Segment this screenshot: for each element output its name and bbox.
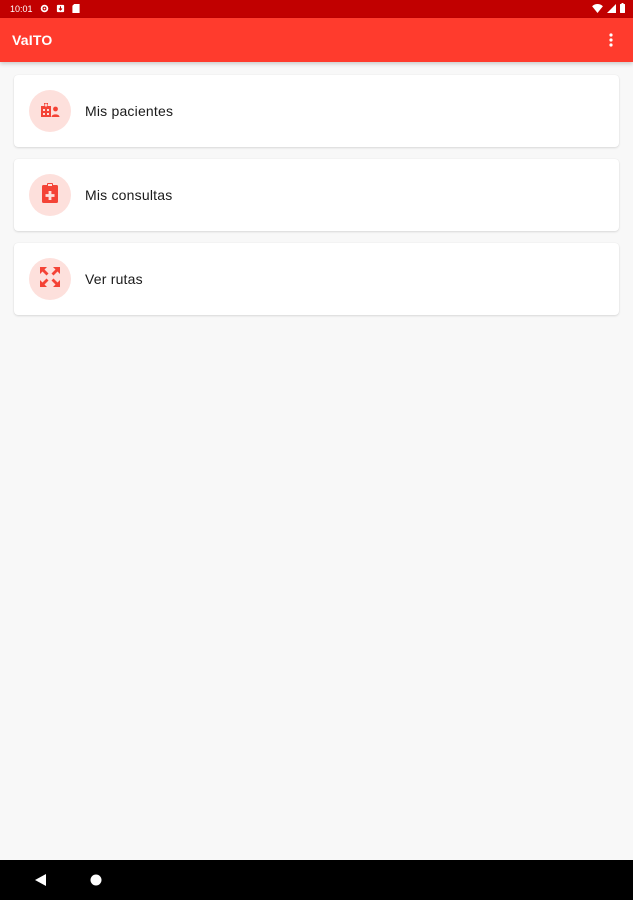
- wifi-icon: [592, 3, 603, 15]
- status-bar: 10:01: [0, 0, 633, 18]
- patients-icon: [39, 100, 61, 123]
- icon-circle: [29, 258, 71, 300]
- status-right: [592, 3, 625, 15]
- routes-icon: [40, 266, 60, 292]
- icon-circle: [29, 90, 71, 132]
- menu-card-routes[interactable]: Ver rutas: [14, 243, 619, 315]
- battery-icon: [620, 3, 625, 15]
- clipboard-medical-icon: [42, 182, 58, 208]
- app-title: VaITO: [12, 32, 53, 48]
- signal-icon: [607, 3, 616, 15]
- status-time: 10:01: [10, 4, 33, 14]
- menu-card-label: Ver rutas: [85, 271, 143, 287]
- more-vert-icon[interactable]: [601, 26, 621, 54]
- download-icon: [56, 4, 65, 15]
- navigation-bar: [0, 860, 633, 900]
- icon-circle: [29, 174, 71, 216]
- sd-card-icon: [71, 3, 80, 15]
- home-icon[interactable]: [88, 872, 104, 888]
- menu-card-consultations[interactable]: Mis consultas: [14, 159, 619, 231]
- menu-card-label: Mis consultas: [85, 187, 173, 203]
- back-icon[interactable]: [32, 872, 48, 888]
- menu-card-label: Mis pacientes: [85, 103, 174, 119]
- gear-icon: [40, 4, 49, 15]
- menu-card-patients[interactable]: Mis pacientes: [14, 75, 619, 147]
- main-content: Mis pacientes Mis consultas Ver rutas: [0, 62, 633, 860]
- status-left: 10:01: [10, 3, 80, 15]
- app-bar: VaITO: [0, 18, 633, 62]
